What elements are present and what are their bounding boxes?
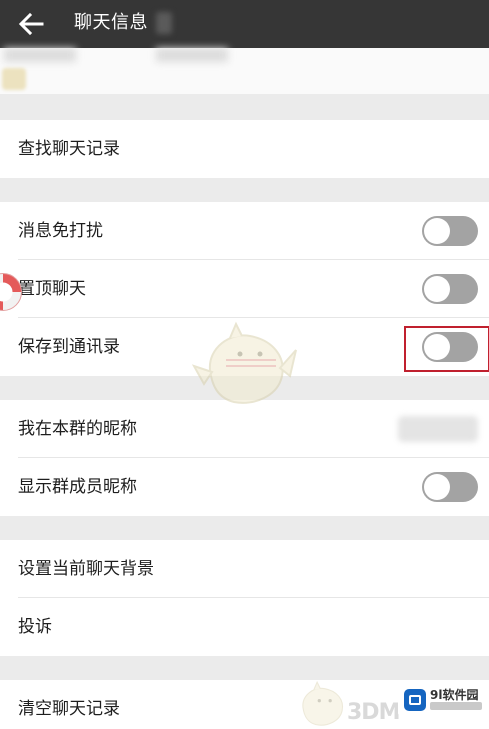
report-row[interactable]: 投诉 — [0, 598, 489, 656]
page-title: 聊天信息 — [74, 12, 148, 33]
settings-group-search: 查找聊天记录 — [0, 120, 489, 178]
search-chat-history-row[interactable]: 查找聊天记录 — [0, 120, 489, 178]
toggle-knob — [424, 474, 450, 500]
mascot-watermark-icon — [191, 321, 297, 404]
row-label: 消息免打扰 — [18, 221, 103, 241]
lifebuoy-icon — [0, 273, 22, 311]
row-label: 保存到通讯录 — [18, 337, 120, 357]
member-avatar[interactable] — [2, 68, 26, 90]
show-nicknames-toggle[interactable] — [422, 472, 478, 502]
settings-group-background: 设置当前聊天背景 投诉 — [0, 540, 489, 656]
mute-notifications-row[interactable]: 消息免打扰 — [0, 202, 489, 260]
arrow-left-icon — [18, 12, 44, 36]
row-label: 我在本群的昵称 — [18, 419, 137, 439]
row-label: 投诉 — [18, 617, 52, 637]
blurred-nickname-value — [398, 416, 478, 442]
mascot-watermark-icon — [302, 680, 344, 726]
back-button[interactable] — [16, 10, 46, 38]
chat-info-screen: 聊天信息 查找聊天记录 消息免打扰 置顶聊天 保存到通讯录 我在本群的昵称 显示… — [0, 0, 489, 729]
row-label: 置顶聊天 — [18, 279, 86, 299]
3dm-watermark: 3DM — [347, 700, 400, 725]
settings-group-nickname: 我在本群的昵称 显示群成员昵称 — [0, 400, 489, 516]
blurred-count — [156, 12, 172, 34]
toggle-knob — [424, 218, 450, 244]
site-badge-text: 9l软件园 — [430, 688, 479, 702]
row-label: 设置当前聊天背景 — [18, 559, 154, 579]
row-label: 显示群成员昵称 — [18, 477, 137, 497]
blurred-member-name — [4, 48, 76, 62]
site-logo-icon — [404, 689, 426, 711]
set-chat-background-row[interactable]: 设置当前聊天背景 — [0, 540, 489, 598]
mute-toggle[interactable] — [422, 216, 478, 246]
show-member-nicknames-row[interactable]: 显示群成员昵称 — [0, 458, 489, 516]
site-badge-url — [430, 702, 482, 710]
top-app-bar: 聊天信息 — [0, 0, 489, 48]
pin-chat-row[interactable]: 置顶聊天 — [0, 260, 489, 318]
row-label: 清空聊天记录 — [18, 699, 120, 719]
pin-toggle[interactable] — [422, 274, 478, 304]
highlight-frame — [404, 326, 489, 372]
toggle-knob — [424, 276, 450, 302]
row-label: 查找聊天记录 — [18, 139, 120, 159]
site-watermark-badge: 9l软件园 — [398, 684, 488, 716]
blurred-member-name — [156, 48, 228, 62]
member-strip — [0, 48, 489, 94]
